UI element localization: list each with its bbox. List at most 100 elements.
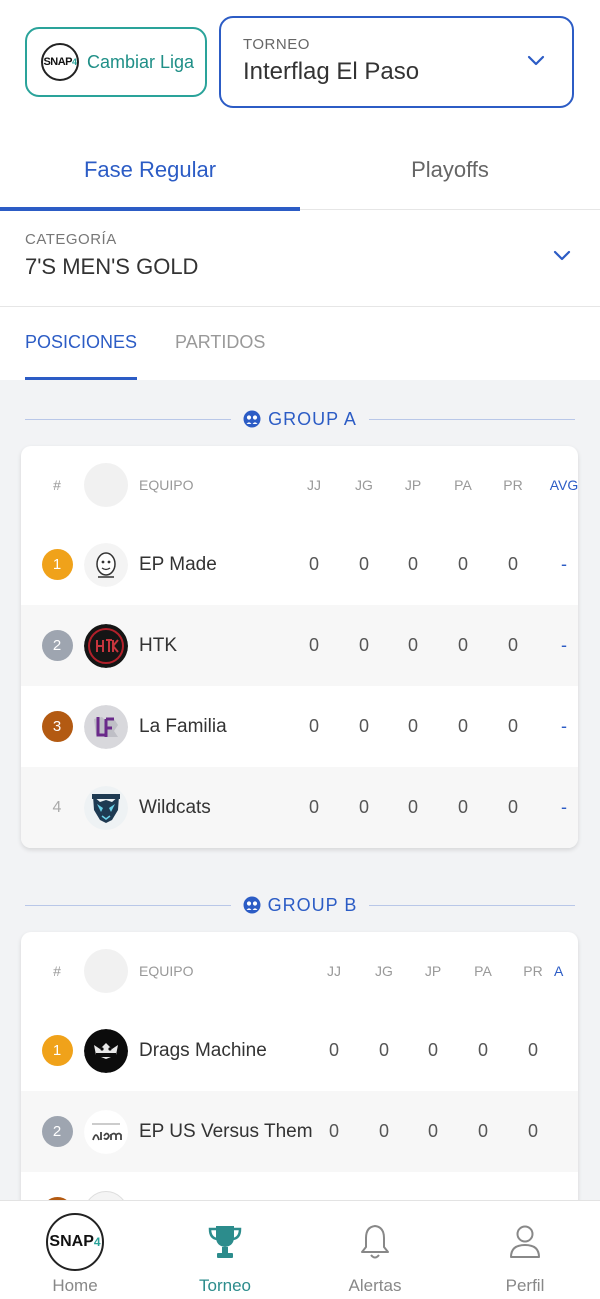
category-label: CATEGORÍA [25, 231, 117, 248]
divider [369, 904, 575, 906]
stat-jj: 0 [308, 635, 319, 655]
stat-jp: 0 [407, 554, 418, 574]
rank-badge: 2 [41, 1116, 73, 1147]
col-avg-header: A [554, 963, 564, 979]
nav-perfil[interactable]: Perfil [450, 1201, 600, 1299]
trophy-icon [208, 1226, 242, 1258]
tab-playoffs[interactable]: Playoffs [300, 130, 600, 210]
sub-tabs: POSICIONES PARTIDOS [0, 308, 600, 380]
col-jp-header: JP [424, 963, 442, 979]
bell-icon [361, 1225, 389, 1259]
snap-logo-icon: SNAP 4 [41, 43, 79, 81]
col-rank-header: # [53, 477, 61, 493]
stat-avg: - [561, 797, 567, 817]
stat-pr: 0 [507, 554, 518, 574]
divider [368, 418, 576, 420]
table-row[interactable]: 2 HTK 0 0 0 0 0 - [21, 605, 578, 686]
stat-avg: - [561, 554, 567, 574]
table-row[interactable]: 2 EP US Versus Them 0 0 0 0 0 [21, 1091, 578, 1172]
nav-alertas[interactable]: Alertas [300, 1201, 450, 1299]
rank-badge: 1 [41, 1035, 73, 1066]
stat-pa: 0 [457, 797, 468, 817]
stat-pa: 0 [457, 635, 468, 655]
stat-jj: 0 [328, 1121, 339, 1141]
stat-pr: 0 [527, 1040, 538, 1060]
rank-number: 4 [52, 798, 62, 816]
header: SNAP 4 Cambiar Liga TORNEO Interflag El P… [0, 0, 600, 130]
group-title: GROUP A [268, 408, 357, 429]
stat-jg: 0 [378, 1121, 389, 1141]
rank-badge: 3 [41, 711, 73, 742]
nav-label: Alertas [348, 1276, 402, 1295]
tournament-select[interactable]: TORNEO Interflag El Paso [219, 16, 574, 108]
rank-badge: 2 [41, 630, 73, 661]
tab-partidos[interactable]: PARTIDOS [175, 308, 265, 380]
group-title: GROUP B [267, 894, 358, 915]
col-pa-header: PA [474, 963, 492, 979]
stat-avg: - [561, 716, 567, 736]
table-row[interactable] [21, 1172, 578, 1200]
stat-jp: 0 [427, 1040, 438, 1060]
stat-jj: 0 [328, 1040, 339, 1060]
stat-jg: 0 [358, 554, 369, 574]
nav-label: Home [52, 1276, 98, 1295]
category-value: 7'S MEN'S GOLD [25, 254, 199, 279]
stat-pr: 0 [507, 797, 518, 817]
user-icon [510, 1225, 540, 1258]
logo-placeholder [84, 463, 128, 507]
chevron-down-icon [527, 55, 545, 66]
col-avg-header: AVG [549, 477, 578, 493]
col-pa-header: PA [454, 477, 472, 493]
table-row[interactable]: 1 EP Made 0 0 0 0 0 - [21, 524, 578, 605]
nav-home[interactable]: SNAP 4 Home [0, 1201, 150, 1299]
col-pr-header: PR [503, 477, 523, 493]
stat-jj: 0 [308, 797, 319, 817]
tab-fase-regular[interactable]: Fase Regular [0, 130, 300, 211]
stat-jj: 0 [308, 716, 319, 736]
table-row[interactable]: 1 Drags Machine 0 0 0 0 0 [21, 1010, 578, 1091]
team-logo-drags-machine [84, 1028, 128, 1073]
team-logo-partial [84, 1190, 128, 1200]
col-jp-header: JP [404, 477, 422, 493]
stat-jp: 0 [407, 716, 418, 736]
chevron-down-icon [553, 250, 571, 261]
col-team-header: EQUIPO [139, 477, 194, 493]
category-select[interactable]: CATEGORÍA 7'S MEN'S GOLD [0, 211, 600, 307]
team-name: HTK [139, 634, 177, 656]
stat-jg: 0 [358, 716, 369, 736]
table-row[interactable]: 4 Wildcats 0 0 0 0 0 - [21, 767, 578, 848]
nav-label: Torneo [199, 1276, 251, 1295]
stat-jp: 0 [427, 1121, 438, 1141]
group-icon [243, 410, 261, 428]
stat-pr: 0 [527, 1121, 538, 1141]
col-jj-header: JJ [327, 963, 341, 979]
logo-placeholder [84, 949, 128, 993]
tab-posiciones[interactable]: POSICIONES [25, 308, 138, 380]
team-logo-ep-made [84, 542, 128, 587]
change-league-button[interactable]: SNAP 4 Cambiar Liga [25, 27, 207, 97]
team-logo-ep-us-versus-them [84, 1109, 128, 1154]
rank-badge: 1 [41, 549, 73, 580]
stat-pr: 0 [507, 635, 518, 655]
stat-pa: 0 [457, 554, 468, 574]
stat-jp: 0 [407, 797, 418, 817]
table-row[interactable]: 3 La Familia 0 0 0 0 0 - [21, 686, 578, 767]
snap-logo-icon: SNAP 4 [46, 1213, 104, 1271]
group-a-table: # EQUIPO JJ JG JP PA PR AVG 1 EP Made 0 … [21, 446, 578, 848]
stat-pa: 0 [477, 1121, 488, 1141]
stat-jj: 0 [308, 554, 319, 574]
nav-torneo[interactable]: Torneo [150, 1201, 300, 1299]
team-name: Drags Machine [139, 1039, 267, 1061]
team-name: Wildcats [139, 796, 211, 818]
standings-content[interactable]: GROUP A # EQUIPO JJ JG JP PA PR AVG 1 EP… [0, 380, 600, 1200]
divider [25, 904, 231, 906]
stat-jg: 0 [358, 635, 369, 655]
stat-pr: 0 [507, 716, 518, 736]
bottom-nav: SNAP 4 Home Torneo Alertas Perfil [0, 1200, 600, 1299]
col-jg-header: JG [375, 963, 393, 979]
group-b-heading: GROUP B [25, 890, 575, 920]
team-name: EP US Versus Them [139, 1120, 313, 1142]
phase-tabs: Fase Regular Playoffs [0, 130, 600, 211]
stat-jg: 0 [378, 1040, 389, 1060]
change-league-label: Cambiar Liga [87, 51, 195, 72]
